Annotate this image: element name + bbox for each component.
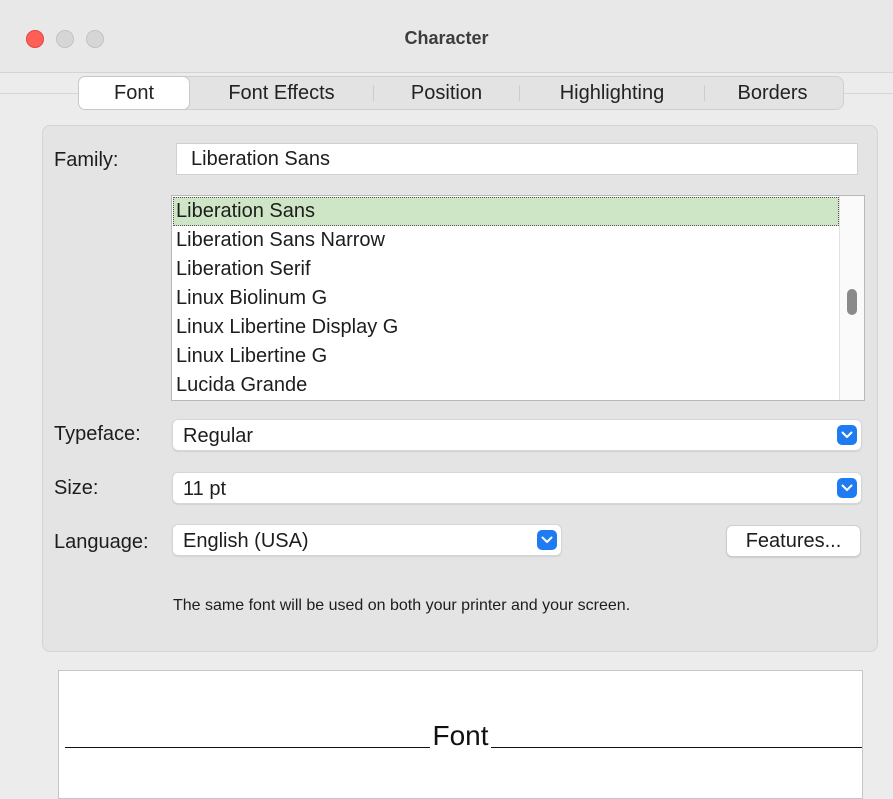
scrollbar-thumb[interactable] <box>847 289 857 315</box>
size-label: Size: <box>54 477 99 499</box>
tab-font-effects[interactable]: Font Effects <box>190 77 373 109</box>
preview-text: Font <box>430 720 491 751</box>
list-item[interactable]: Liberation Sans Narrow <box>173 226 839 255</box>
language-value: English (USA) <box>183 530 309 552</box>
list-item[interactable]: Liberation Sans <box>173 197 839 226</box>
size-value: 11 pt <box>183 478 226 500</box>
font-substitution-note: The same font will be used on both your … <box>173 597 631 614</box>
chevron-down-icon[interactable] <box>537 530 557 550</box>
typeface-label: Typeface: <box>54 423 141 445</box>
font-preview: Font <box>58 670 863 799</box>
list-item[interactable]: Linux Libertine G <box>173 342 839 371</box>
family-label: Family: <box>54 149 119 171</box>
list-scrollbar[interactable] <box>839 196 864 400</box>
preview-text-wrap: Font <box>59 720 862 752</box>
tab-borders[interactable]: Borders <box>705 77 840 109</box>
tab-position[interactable]: Position <box>374 77 519 109</box>
features-button[interactable]: Features... <box>726 525 861 557</box>
font-family-list[interactable]: Liberation Sans Liberation Sans Narrow L… <box>171 195 865 401</box>
list-item[interactable]: Linux Biolinum G <box>173 284 839 313</box>
tab-bar: Font Font Effects Position Highlighting … <box>78 76 844 110</box>
list-item[interactable]: Lucida Grande <box>173 371 839 400</box>
list-item[interactable]: Linux Libertine Display G <box>173 313 839 342</box>
language-select[interactable]: English (USA) <box>172 524 562 556</box>
language-label: Language: <box>54 531 149 553</box>
size-select[interactable]: 11 pt <box>172 472 862 504</box>
chevron-down-icon[interactable] <box>837 425 857 445</box>
typeface-value: Regular <box>183 425 254 447</box>
title-bar[interactable]: Character <box>0 0 893 73</box>
typeface-select[interactable]: Regular <box>172 419 862 451</box>
chevron-down-icon[interactable] <box>837 478 857 498</box>
tab-highlighting[interactable]: Highlighting <box>520 77 704 109</box>
window-title: Character <box>404 28 489 48</box>
list-item[interactable]: Liberation Serif <box>173 255 839 284</box>
tab-font[interactable]: Font <box>78 76 190 110</box>
character-dialog: Character Font Font Effects Position Hig… <box>0 0 893 799</box>
family-input[interactable]: Liberation Sans <box>176 143 858 175</box>
